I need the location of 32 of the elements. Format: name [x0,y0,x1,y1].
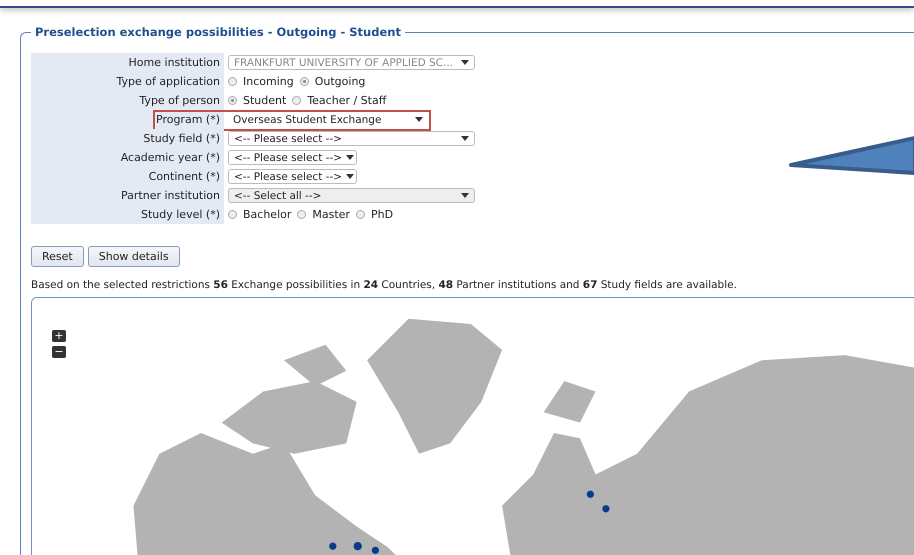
zoom-in-button[interactable]: + [52,330,66,342]
field-label: Study level (*) [141,208,220,221]
radio-option[interactable]: Student [228,94,286,107]
caret-icon [346,174,354,179]
dropdown-field[interactable]: <-- Select all --> [228,188,475,203]
zoom-out-button[interactable]: − [52,346,66,358]
field-label: Continent (*) [148,170,220,183]
field-label: Program (*) [156,113,220,126]
radio-option[interactable]: Master [297,208,350,221]
summary-text: Based on the selected restrictions 56 Exchange possibilities in 24 Countries, 48 Partner institutions and 67 Study fields are available. [31,279,738,291]
dropdown-field[interactable]: <-- Please select --> [228,150,357,165]
radio-option[interactable]: Bachelor [228,208,292,221]
caret-icon [461,193,469,198]
caret-icon [461,60,469,65]
form-button[interactable]: Reset [31,246,84,267]
caret-icon [461,136,469,141]
dropdown-field[interactable]: <-- Please select --> [228,169,357,184]
caret-icon [346,155,354,160]
form-button[interactable]: Show details [88,246,180,267]
field-label: Home institution [128,56,220,69]
radio-option[interactable]: Outgoing [300,75,366,88]
dropdown-field[interactable]: <-- Please select --> [228,131,475,146]
field-label: Study field (*) [143,132,220,145]
field-label: Type of application [116,75,220,88]
radio-option[interactable]: Teacher / Staff [292,94,386,107]
field-label: Type of person [139,94,220,107]
radio-option[interactable]: Incoming [228,75,294,88]
caret-icon [415,117,423,122]
radio-option[interactable]: PhD [356,208,394,221]
field-label: Partner institution [121,189,220,202]
field-label: Academic year (*) [120,151,220,164]
section-title: Preselection exchange possibilities - Outgoing - Student [31,25,405,39]
